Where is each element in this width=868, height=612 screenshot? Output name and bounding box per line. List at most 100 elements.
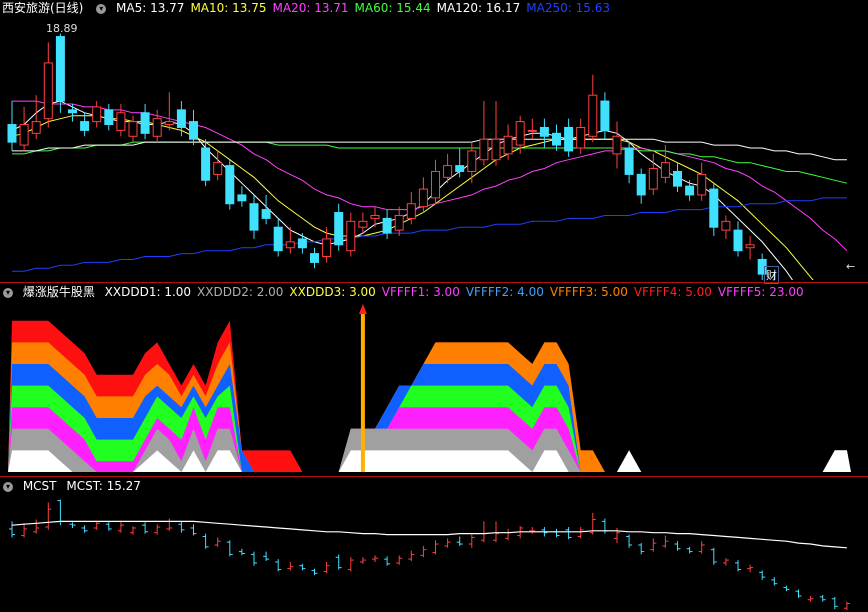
main-indicator-1: MA10: 13.75 (190, 1, 267, 15)
candle-down (189, 121, 198, 140)
low-price-marker: ← (846, 260, 856, 273)
candle-down (201, 147, 211, 181)
candle-down (624, 147, 634, 175)
ma-line-ma250 (12, 197, 847, 272)
indicator-panel-header: ▾ 爆涨版牛股黑 XXDDD1: 1.00 XXDDD2: 2.00 XXDDD3:… (0, 284, 816, 300)
candle-down (55, 36, 65, 102)
candle-up (370, 214, 380, 219)
candle-up (406, 203, 416, 219)
candle-down (552, 132, 561, 146)
indicator-7: VFFFF5: 23.00 (717, 285, 804, 299)
ma-line-ma60 (12, 141, 848, 184)
candle-down (673, 170, 682, 187)
indicator-list: XXDDD1: 1.00 XXDDD2: 2.00 XXDDD3: 3.00 VFFF… (105, 285, 810, 299)
mcst-panel[interactable]: ▾ MCST MCST: 15.27 (0, 478, 868, 612)
candle-up (394, 214, 404, 231)
candle-up (721, 220, 731, 231)
candle-up (588, 94, 598, 137)
main-indicator-5: MA250: 15.63 (526, 1, 610, 15)
candle-down (310, 253, 319, 263)
main-indicator-3: MA60: 15.44 (354, 1, 431, 15)
candle-up (43, 62, 53, 120)
candle-down (273, 226, 283, 252)
candle-up (19, 124, 29, 146)
candle-down (176, 109, 186, 128)
mcst-line (11, 520, 847, 549)
mcst-chart-svg[interactable] (0, 494, 868, 612)
candle-down (709, 188, 719, 228)
candle-up (358, 220, 368, 228)
main-panel-header: 西安旅游(日线) ▾ MA5: 13.77 MA10: 13.75 MA20: 13… (0, 0, 622, 16)
indicator-panel[interactable]: ▾ 爆涨版牛股黑 XXDDD1: 1.00 XXDDD2: 2.00 XXDDD3:… (0, 284, 868, 476)
candle-up (527, 129, 537, 132)
collapse-icon[interactable]: ▾ (96, 3, 107, 14)
indicator-1: XXDDD2: 2.00 (197, 285, 284, 299)
panel-separator (0, 282, 868, 283)
candle-down (7, 124, 17, 143)
candle-down (455, 165, 465, 172)
mcst-panel-header: ▾ MCST MCST: 15.27 (0, 478, 153, 494)
candle-up (31, 121, 41, 134)
candle-down (564, 126, 574, 152)
candle-up (745, 244, 755, 249)
indicator-3: VFFFF1: 3.00 (381, 285, 460, 299)
candle-up (660, 162, 670, 178)
candle-down (261, 209, 271, 219)
candle-up (503, 135, 513, 155)
collapse-icon[interactable]: ▾ (3, 481, 13, 492)
indicator-2: XXDDD3: 3.00 (289, 285, 376, 299)
panel-separator (0, 476, 868, 477)
candle-down (600, 100, 610, 131)
candle-down (334, 212, 344, 246)
indicator-4: VFFFF2: 4.00 (465, 285, 544, 299)
candle-up (346, 220, 356, 252)
main-price-panel[interactable]: 西安旅游(日线) ▾ MA5: 13.77 MA10: 13.75 MA20: 13… (0, 0, 868, 284)
candle-down (539, 126, 549, 137)
candle-up (612, 135, 622, 155)
indicator-6: VFFFF4: 5.00 (633, 285, 712, 299)
collapse-icon[interactable]: ▾ (3, 287, 13, 298)
main-indicator-list: MA5: 13.77 MA10: 13.75 MA20: 13.71 MA60: 15… (116, 1, 616, 15)
main-chart-svg[interactable] (0, 16, 868, 280)
candle-down (249, 203, 259, 231)
candle-up (92, 106, 102, 123)
candle-down (636, 173, 646, 196)
candle-up (576, 126, 586, 149)
candle-down (68, 109, 77, 114)
candle-down (140, 112, 150, 134)
candle-up (443, 165, 453, 178)
candle-up (418, 188, 428, 208)
candle-down (733, 229, 743, 252)
signal-arrow-head (358, 304, 367, 314)
main-indicator-0: MA5: 13.77 (116, 1, 185, 15)
candle-up (164, 121, 174, 126)
candle-up (213, 162, 223, 175)
candle-down (237, 194, 247, 202)
main-indicator-4: MA120: 16.17 (436, 1, 521, 15)
indicator-panel-title: 爆涨版牛股黑 (22, 285, 95, 299)
candle-up (116, 112, 126, 131)
candle-down (80, 121, 90, 131)
candle-up (152, 118, 162, 137)
candle-down (382, 217, 392, 234)
candle-up (467, 150, 477, 172)
high-price-label: 18.89 (46, 22, 78, 35)
candle-down (225, 165, 235, 205)
main-panel-title: 西安旅游(日线) (2, 1, 84, 15)
candle-down (685, 185, 695, 196)
candle-up (648, 168, 658, 190)
mcst-panel-title: MCST (22, 479, 57, 493)
main-indicator-2: MA20: 13.71 (272, 1, 349, 15)
candle-up (479, 138, 489, 161)
candle-up (285, 241, 295, 249)
indicator-5: VFFFF3: 5.00 (549, 285, 628, 299)
candle-down (104, 109, 114, 126)
indicator-0: XXDDD1: 1.00 (104, 285, 192, 299)
candle-up (128, 121, 138, 137)
candle-down (297, 238, 307, 249)
candle-up (491, 138, 501, 161)
mcst-indicator-0: MCST: 15.27 (66, 479, 141, 493)
mcst-indicator-list: MCST: 15.27 (66, 479, 147, 493)
candle-up (431, 170, 440, 199)
indicator-chart-svg[interactable] (0, 300, 868, 476)
